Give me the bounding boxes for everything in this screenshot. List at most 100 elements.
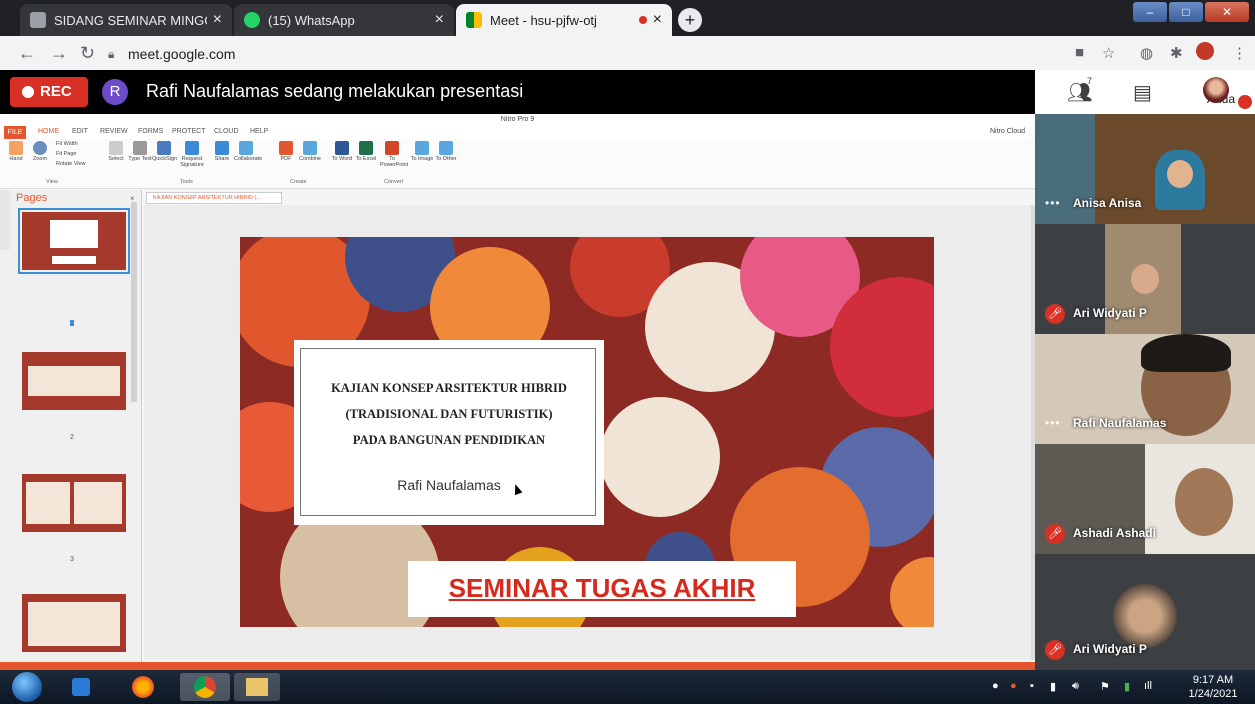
close-tab-icon[interactable]: × [435,11,444,29]
back-icon[interactable]: ← [18,43,36,64]
maximize-button[interactable]: □ [1169,2,1203,22]
document-tab[interactable]: KAJIAN KONSEP ARSITEKTUR HIBRID (... [146,192,282,204]
participant-tile[interactable]: ••• Rafi Naufalamas [1035,334,1255,444]
group-label-create: Create [290,179,307,185]
tab-meet[interactable]: Meet - hsu-pjfw-otj × [456,4,672,36]
self-muted-icon [1238,95,1252,109]
signal-icon[interactable]: ıll [1144,680,1152,692]
nitro-cloud-label[interactable]: Nitro Cloud [990,128,1025,135]
participant-tile[interactable]: ••• Anisa Anisa [1035,114,1255,224]
bookmark-star-icon[interactable]: ☆ [1102,44,1115,62]
type-text-button[interactable]: Type Text [128,141,152,162]
muted-mic-icon: 🎤︎ [1045,524,1065,544]
taskbar-firefox[interactable] [122,673,164,701]
chat-icon[interactable]: ▤ [1133,80,1152,105]
button-label: To Word [331,156,353,162]
forward-icon[interactable]: → [50,43,68,64]
taskbar-clock[interactable]: 9:17 AM 1/24/2021 [1178,673,1248,701]
button-label: Share [214,156,230,162]
tab-whatsapp[interactable]: (15) WhatsApp × [234,4,454,36]
pdf-button[interactable]: PDF [274,141,298,162]
button-label: Hand [9,156,23,162]
page-number-label: 2 [70,434,74,441]
side-panel-strip[interactable] [0,190,10,250]
collaborate-button[interactable]: Collaborate [234,141,262,162]
minimize-button[interactable]: – [1133,2,1167,22]
page-thumbnail-4[interactable] [22,594,126,652]
taskbar-explorer[interactable] [234,673,280,701]
tab-protect[interactable]: PROTECT [172,128,205,135]
to-word-button[interactable]: To Word [330,141,354,162]
new-tab-button[interactable]: + [678,8,702,32]
tab-cloud[interactable]: CLOUD [214,128,239,135]
tab-title: (15) WhatsApp [268,12,355,28]
profile-avatar[interactable] [1196,42,1214,60]
button-label: PDF [280,156,292,162]
slide-author: Rafi Naufalamas [397,477,501,493]
extensions-icon[interactable]: ✱ [1170,44,1183,62]
close-tab-icon[interactable]: × [213,11,222,29]
to-other-button[interactable]: To Other [434,141,458,162]
participant-tile[interactable]: 🎤︎ Ari Widyati P [1035,554,1255,670]
tab-edit[interactable]: EDIT [72,128,88,135]
tab-review[interactable]: REVIEW [100,128,128,135]
combine-button[interactable]: Combine [298,141,322,162]
excel-icon [359,141,373,155]
taskbar-media-app[interactable] [60,673,102,701]
people-count: 7 [1087,76,1093,86]
close-tab-icon[interactable]: × [653,11,662,29]
quicksign-button[interactable]: QuickSign [152,141,178,162]
request-signature-button[interactable]: Request Signature [180,141,204,168]
tab-forms[interactable]: FORMS [138,128,163,135]
word-icon [335,141,349,155]
button-label: To Image [410,156,434,162]
participant-face [1175,468,1233,536]
url-field[interactable]: 🔒︎ meet.google.com [108,41,1038,67]
fit-width-button[interactable]: Fit Width [56,141,78,147]
tray-network-icon[interactable]: ▮ [1050,680,1056,693]
flag-icon[interactable]: ⚑ [1100,680,1110,693]
hand-button[interactable]: Hand [4,141,28,162]
globe-extension-icon[interactable]: ◍ [1140,44,1153,62]
to-excel-button[interactable]: To Excel [354,141,378,162]
participant-tile[interactable]: 🎤︎ Ashadi Ashadi [1035,444,1255,554]
reload-icon[interactable]: ↻ [80,43,95,64]
slide-title-card: KAJIAN KONSEP ARSITEKTUR HIBRID (TRADISI… [294,340,604,525]
menu-icon[interactable]: ⋮ [1232,44,1247,62]
more-options-icon[interactable]: ••• [1045,196,1061,210]
tray-app-icon[interactable]: ● [992,680,999,692]
thumbnail-scrollbar[interactable] [131,202,137,402]
tab-sidang-seminar[interactable]: SIDANG SEMINAR MINGGU 24 J × [20,4,232,36]
button-label: QuickSign [152,156,178,162]
page-thumbnail-1[interactable] [18,208,130,274]
to-powerpoint-button[interactable]: To PowerPoint [380,141,408,168]
battery-icon[interactable]: ▮ [1124,680,1130,693]
camera-icon[interactable]: ■ [1075,44,1084,61]
tab-help[interactable]: HELP [250,128,268,135]
tab-home[interactable]: HOME [38,128,59,135]
clock-time: 9:17 AM [1192,674,1234,686]
participant-tile[interactable]: 🎤︎ Ari Widyati P [1035,224,1255,334]
ribbon-tabs: FILE HOME EDIT REVIEW FORMS PROTECT CLOU… [0,126,1035,139]
share-button[interactable]: Share [210,141,234,162]
fit-page-button[interactable]: Fit Page [56,151,76,157]
more-options-icon[interactable]: ••• [1045,416,1061,430]
page-thumbnail-2[interactable] [22,352,126,410]
zoom-button[interactable]: Zoom [28,141,52,162]
start-button[interactable] [12,672,42,702]
rotate-view-button[interactable]: Rotate View [56,161,86,167]
taskbar-chrome[interactable] [180,673,230,701]
volume-icon[interactable]: 🔊︎ [1072,680,1079,693]
page-thumbnail-3[interactable] [22,474,126,532]
close-window-button[interactable]: ✕ [1205,2,1249,22]
tray-app-icon[interactable]: ▪ [1030,680,1034,692]
tab-file[interactable]: FILE [4,126,26,139]
select-button[interactable]: Select [104,141,128,162]
share-icon [215,141,229,155]
to-image-button[interactable]: To Image [410,141,434,162]
firefox-icon [132,676,154,698]
window-controls: – □ ✕ [1131,2,1249,22]
tray-app-icon[interactable]: ● [1010,680,1017,692]
self-avatar [1203,77,1229,103]
current-page-marker [70,320,74,326]
